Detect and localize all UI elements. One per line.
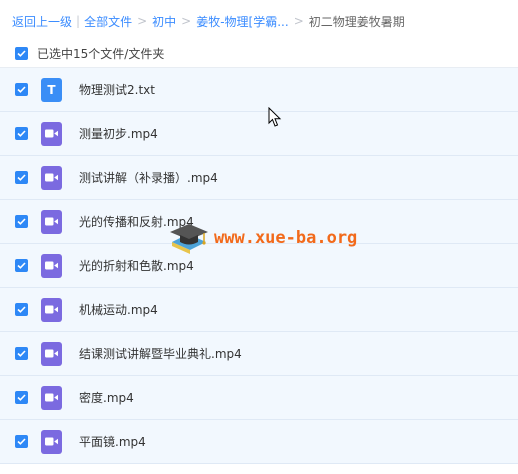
file-name[interactable]: 测试讲解（补录播）.mp4: [79, 169, 218, 186]
file-name[interactable]: 物理测试2.txt: [79, 81, 155, 98]
video-file-icon: [41, 121, 62, 146]
checkmark-icon: [17, 218, 26, 225]
file-checkbox[interactable]: [15, 391, 28, 404]
file-name[interactable]: 光的折射和色散.mp4: [79, 257, 194, 274]
breadcrumb-divider: |: [76, 14, 81, 28]
file-name[interactable]: 机械运动.mp4: [79, 301, 158, 318]
checkmark-icon: [17, 394, 26, 401]
file-checkbox[interactable]: [15, 127, 28, 140]
watermark: www.xue-ba.org: [166, 220, 357, 256]
breadcrumb-all-files[interactable]: 全部文件: [84, 13, 132, 30]
video-file-icon: [41, 297, 62, 322]
breadcrumb-separator-icon: >: [137, 14, 148, 28]
file-name[interactable]: 结课测试讲解暨毕业典礼.mp4: [79, 345, 242, 362]
file-list: T 物理测试2.txt 测量初步.mp4 测试讲解（补录播）.mp4 光的传播和反射.m…: [0, 68, 518, 464]
txt-file-icon: T: [41, 77, 62, 102]
selection-bar: 已选中15个文件/文件夹: [0, 40, 518, 68]
file-name[interactable]: 平面镜.mp4: [79, 433, 146, 450]
file-checkbox[interactable]: [15, 83, 28, 96]
checkmark-icon: [17, 50, 26, 57]
watermark-text: www.xue-ba.org: [214, 228, 358, 248]
file-checkbox[interactable]: [15, 215, 28, 228]
video-file-icon: [41, 341, 62, 366]
video-file-icon: [41, 165, 62, 190]
file-row[interactable]: 测试讲解（补录播）.mp4: [0, 156, 518, 200]
breadcrumb-separator-icon: >: [293, 14, 304, 28]
file-checkbox[interactable]: [15, 435, 28, 448]
selection-count-label: 已选中15个文件/文件夹: [37, 47, 165, 61]
video-file-icon: [41, 209, 62, 234]
checkmark-icon: [17, 438, 26, 445]
checkmark-icon: [17, 306, 26, 313]
breadcrumb-level2[interactable]: 姜牧-物理[学霸...: [196, 13, 288, 30]
graduation-cap-icon: [170, 224, 208, 254]
file-checkbox[interactable]: [15, 259, 28, 272]
breadcrumb-separator-icon: >: [181, 14, 192, 28]
mouse-cursor-icon: [268, 107, 282, 127]
file-row[interactable]: 密度.mp4: [0, 376, 518, 420]
breadcrumb-current: 初二物理姜牧暑期: [308, 14, 405, 29]
checkmark-icon: [17, 130, 26, 137]
file-row[interactable]: 测量初步.mp4: [0, 112, 518, 156]
video-file-icon: [41, 253, 62, 278]
back-link[interactable]: 返回上一级: [12, 13, 72, 30]
file-row[interactable]: 机械运动.mp4: [0, 288, 518, 332]
file-row[interactable]: T 物理测试2.txt: [0, 68, 518, 112]
checkmark-icon: [17, 350, 26, 357]
file-checkbox[interactable]: [15, 303, 28, 316]
checkmark-icon: [17, 262, 26, 269]
file-row[interactable]: 平面镜.mp4: [0, 420, 518, 464]
file-checkbox[interactable]: [15, 171, 28, 184]
breadcrumb-level1[interactable]: 初中: [152, 13, 176, 30]
checkmark-icon: [17, 86, 26, 93]
select-all-checkbox[interactable]: [15, 47, 28, 60]
video-file-icon: [41, 429, 62, 454]
file-row[interactable]: 结课测试讲解暨毕业典礼.mp4: [0, 332, 518, 376]
checkmark-icon: [17, 174, 26, 181]
file-name[interactable]: 密度.mp4: [79, 389, 134, 406]
file-name[interactable]: 测量初步.mp4: [79, 125, 158, 142]
video-file-icon: [41, 385, 62, 410]
file-checkbox[interactable]: [15, 347, 28, 360]
breadcrumb: 返回上一级 | 全部文件 > 初中 > 姜牧-物理[学霸... > 初二物理姜牧…: [12, 13, 405, 29]
